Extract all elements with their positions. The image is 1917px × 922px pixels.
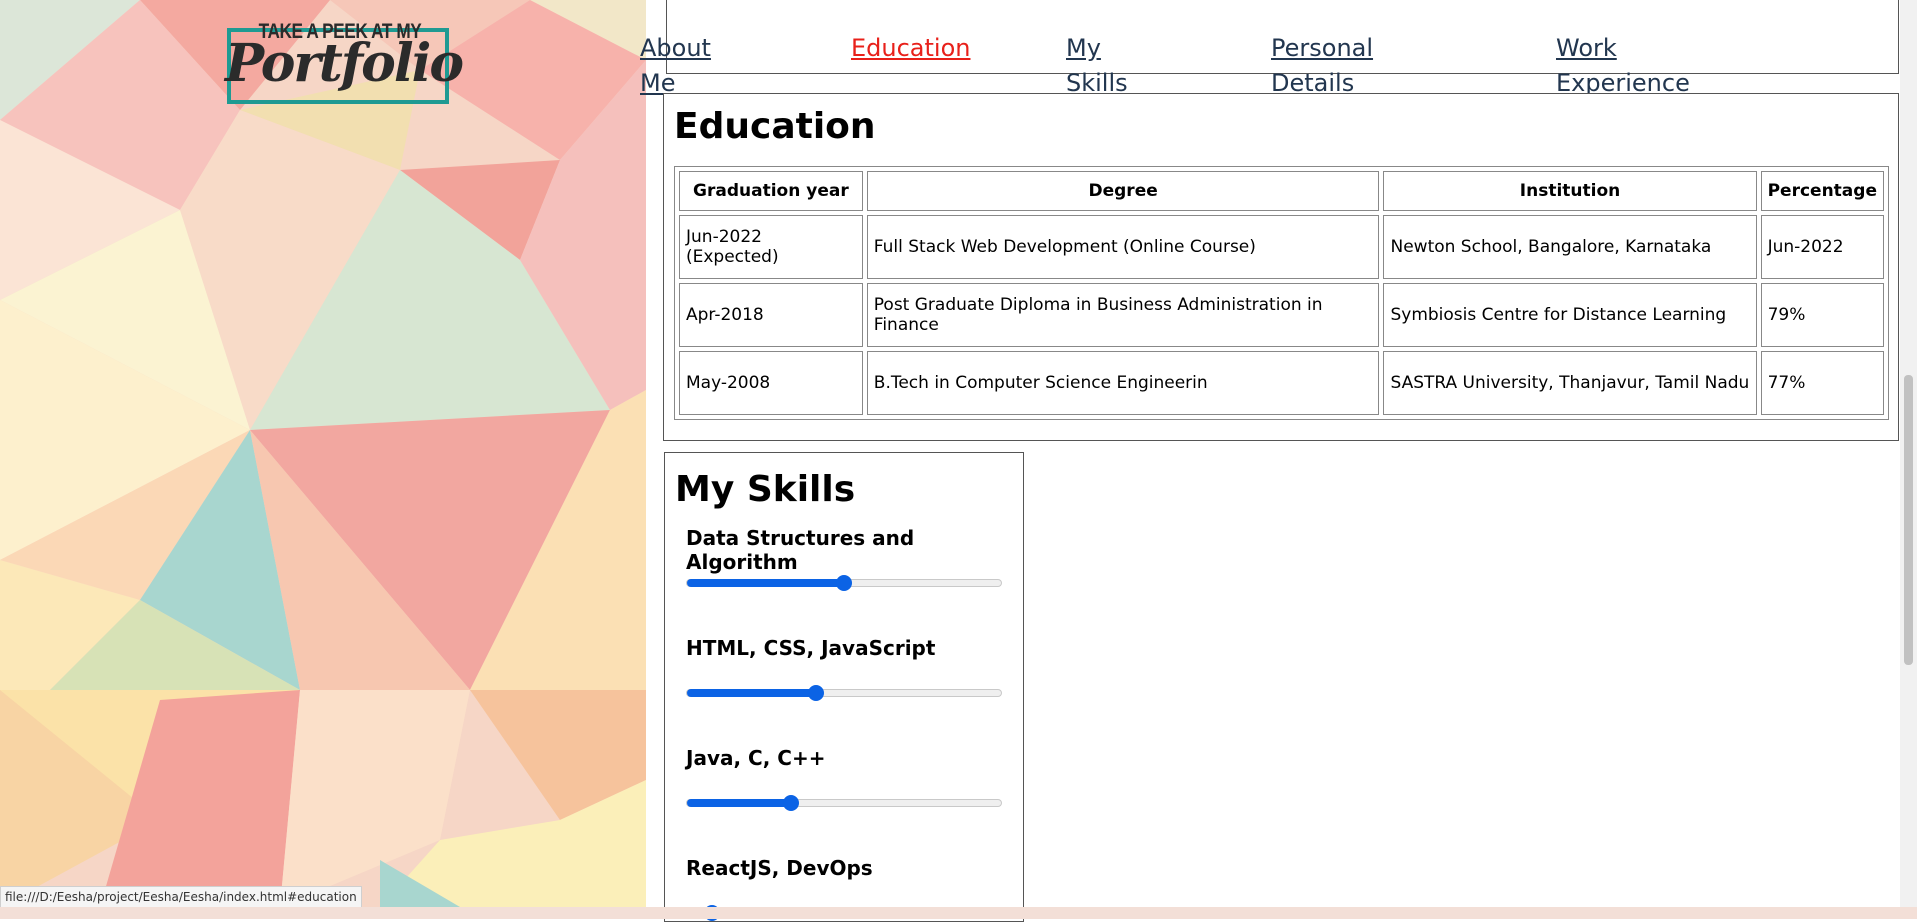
education-section: Education Graduation year Degree Institu…	[663, 93, 1899, 441]
skill-label: Data Structures and Algorithm	[686, 526, 915, 574]
column-header-percentage: Percentage	[1760, 171, 1884, 211]
column-header-institution: Institution	[1383, 171, 1757, 211]
table-header-row: Graduation year Degree Institution Perce…	[679, 171, 1884, 211]
slider-thumb[interactable]	[807, 685, 824, 701]
scrollbar-thumb[interactable]	[1904, 375, 1913, 665]
slider-thumb[interactable]	[836, 575, 852, 591]
cell-degree: Full Stack Web Development (Online Cours…	[866, 215, 1380, 279]
column-header-graduation-year: Graduation year	[679, 171, 863, 211]
cell-graduation-year: May-2008	[679, 351, 863, 415]
slider-fill	[687, 799, 791, 807]
cell-institution: Symbiosis Centre for Distance Learning	[1383, 283, 1757, 347]
geometric-pattern	[0, 0, 646, 907]
nav-link-about-me[interactable]: About Me	[640, 31, 720, 101]
nav-link-work-experience[interactable]: Work Experience	[1556, 31, 1690, 101]
logo-title: Portfolio	[225, 33, 464, 94]
skill-label: Java, C, C++	[686, 746, 826, 770]
table-row: May-2008 B.Tech in Computer Science Engi…	[679, 351, 1884, 415]
cell-percentage: 79%	[1760, 283, 1884, 347]
skill-slider[interactable]	[686, 685, 1002, 701]
cell-percentage: Jun-2022	[1760, 215, 1884, 279]
cell-degree: Post Graduate Diploma in Business Admini…	[866, 283, 1380, 347]
skills-section: My Skills Data Structures and Algorithm …	[664, 452, 1024, 922]
status-bar-url: file:///D:/Eesha/project/Eesha/Eesha/ind…	[0, 886, 362, 908]
portfolio-logo: TAKE A PEEK AT MY Portfolio	[225, 20, 464, 110]
nav-link-personal-details[interactable]: Personal Details	[1271, 31, 1381, 101]
skill-slider[interactable]	[686, 575, 1002, 591]
slider-fill	[687, 689, 816, 697]
bottom-strip	[0, 907, 1917, 919]
page-scrollbar[interactable]	[1900, 0, 1917, 907]
nav-link-my-skills[interactable]: My Skills	[1066, 31, 1136, 101]
skill-slider[interactable]	[686, 795, 1002, 811]
cell-graduation-year: Jun-2022 (Expected)	[679, 215, 863, 279]
cell-percentage: 77%	[1760, 351, 1884, 415]
column-header-degree: Degree	[866, 171, 1380, 211]
cell-institution: SASTRA University, Thanjavur, Tamil Nadu	[1383, 351, 1757, 415]
education-title: Education	[674, 106, 876, 147]
cell-institution: Newton School, Bangalore, Karnataka	[1383, 215, 1757, 279]
table-row: Apr-2018 Post Graduate Diploma in Busine…	[679, 283, 1884, 347]
nav-link-education[interactable]: Education	[851, 31, 970, 66]
main-content: About Me Education My Skills Personal De…	[640, 0, 1900, 922]
skill-label: HTML, CSS, JavaScript	[686, 636, 936, 660]
skill-label: ReactJS, DevOps	[686, 856, 873, 880]
table-row: Jun-2022 (Expected) Full Stack Web Devel…	[679, 215, 1884, 279]
cell-degree: B.Tech in Computer Science Engineerin	[866, 351, 1380, 415]
skills-title: My Skills	[675, 469, 856, 510]
education-table: Graduation year Degree Institution Perce…	[674, 166, 1889, 420]
cell-graduation-year: Apr-2018	[679, 283, 863, 347]
decorative-background: TAKE A PEEK AT MY Portfolio	[0, 0, 646, 907]
slider-thumb[interactable]	[782, 795, 799, 811]
slider-fill	[687, 579, 844, 587]
